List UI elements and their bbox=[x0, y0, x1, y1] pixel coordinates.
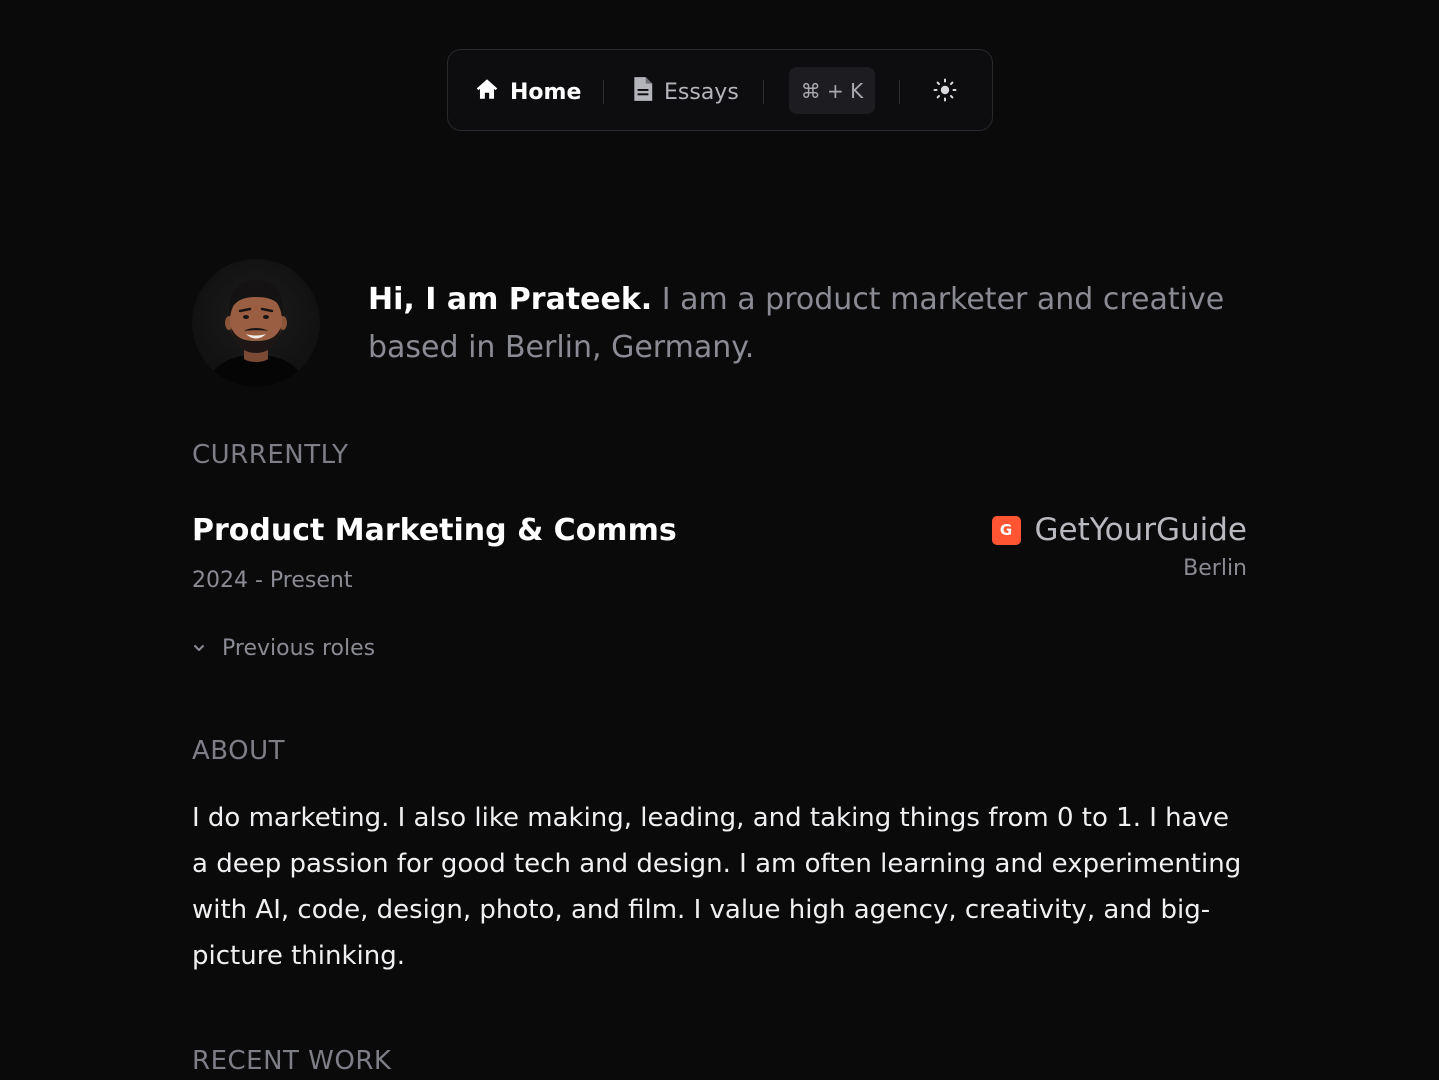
page: Home Essays ⌘ + K Hi, I am Prateek. I am… bbox=[0, 0, 1439, 1080]
nav-divider bbox=[899, 80, 900, 104]
about-text: I do marketing. I also like making, lead… bbox=[192, 803, 1242, 971]
role-title: Product Marketing & Comms bbox=[192, 513, 677, 548]
section-label-recent-work: RECENT WORK bbox=[192, 1046, 392, 1076]
avatar bbox=[192, 259, 320, 387]
section-label-about: ABOUT bbox=[192, 736, 286, 766]
theme-toggle-button[interactable] bbox=[930, 77, 960, 107]
company-name: GetYourGuide bbox=[1034, 512, 1247, 548]
company-city: Berlin bbox=[1183, 556, 1247, 581]
home-icon bbox=[474, 76, 500, 108]
nav-home-label: Home bbox=[510, 79, 582, 105]
profile-photo bbox=[206, 280, 306, 387]
intro-text: Hi, I am Prateek. I am a product markete… bbox=[368, 276, 1228, 372]
chevron-down-icon bbox=[192, 636, 206, 661]
nav-home-link[interactable]: Home bbox=[474, 76, 581, 108]
nav-divider bbox=[763, 80, 764, 104]
role-dates: 2024 - Present bbox=[192, 568, 353, 593]
logo-letter: G bbox=[1000, 521, 1012, 539]
command-palette-button[interactable]: ⌘ + K bbox=[789, 67, 875, 114]
nav-essays-link[interactable]: Essays bbox=[632, 76, 739, 108]
sun-icon bbox=[933, 78, 957, 106]
top-nav: Home Essays ⌘ + K bbox=[447, 49, 993, 131]
document-icon bbox=[632, 76, 654, 108]
company-link[interactable]: G GetYourGuide bbox=[991, 512, 1247, 548]
previous-roles-label: Previous roles bbox=[222, 636, 376, 661]
getyourguide-logo-icon: G bbox=[991, 515, 1021, 545]
section-label-currently: CURRENTLY bbox=[192, 440, 349, 470]
greeting: Hi, I am Prateek. bbox=[368, 282, 653, 317]
nav-divider bbox=[603, 80, 604, 104]
previous-roles-toggle[interactable]: Previous roles bbox=[192, 636, 375, 661]
nav-essays-label: Essays bbox=[664, 79, 739, 105]
